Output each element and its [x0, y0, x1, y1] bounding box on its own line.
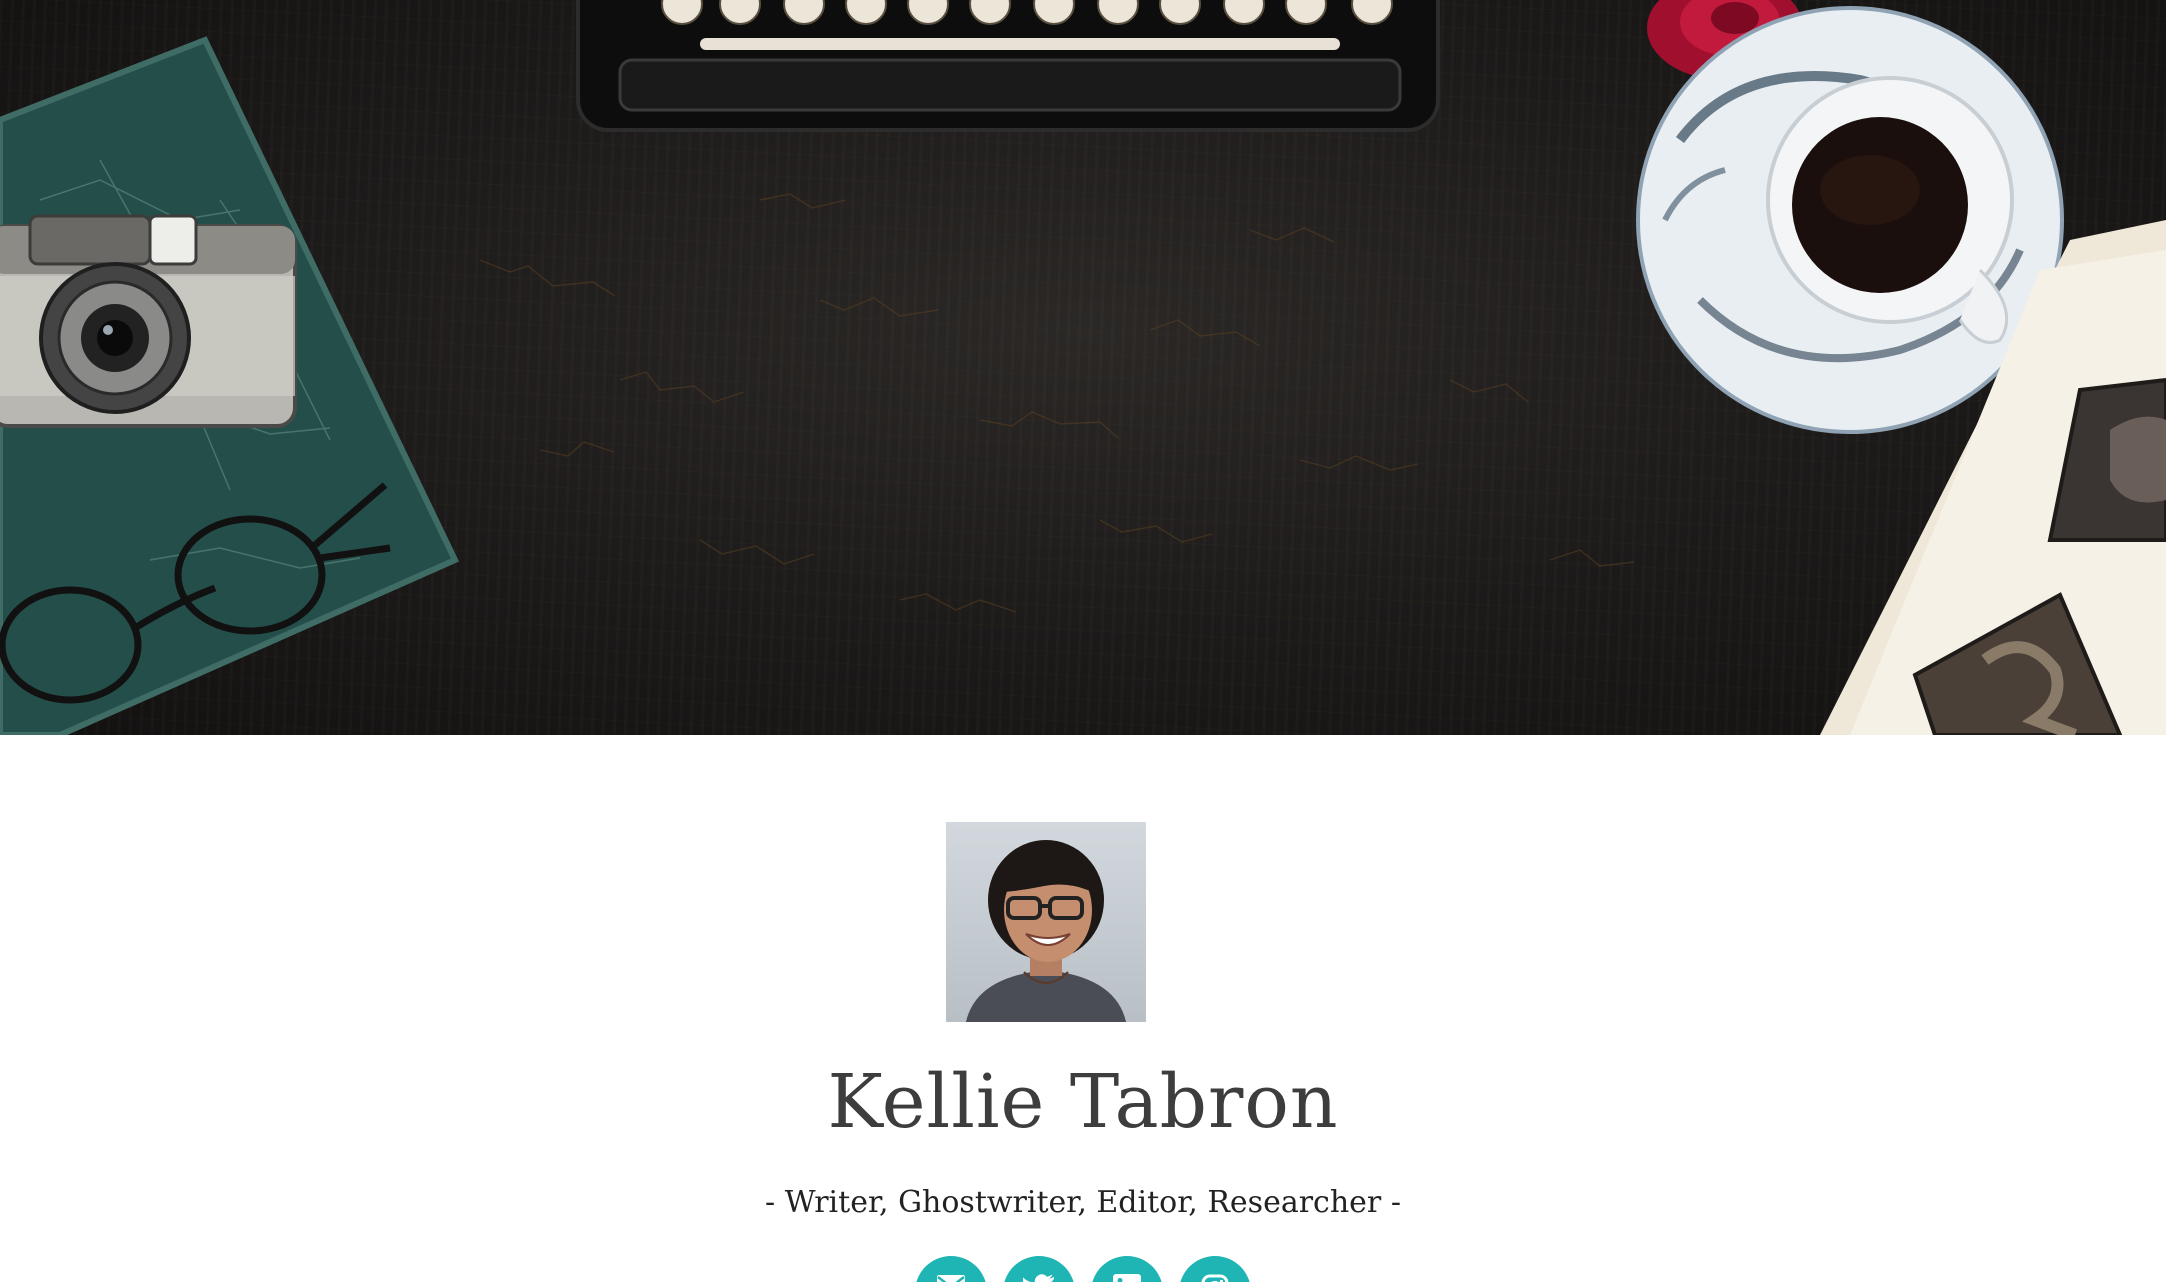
email-icon	[937, 1275, 965, 1282]
hero-banner	[0, 0, 2166, 735]
page: Kellie Tabron - Writer, Ghostwriter, Edi…	[0, 0, 2166, 1282]
email-button[interactable]	[915, 1256, 987, 1282]
coffee-cup-icon	[1636, 6, 2064, 434]
twitter-icon	[1023, 1274, 1054, 1282]
instagram-icon	[1201, 1274, 1229, 1282]
wood-cracks	[479, 193, 1635, 613]
linkedin-button[interactable]	[1091, 1256, 1163, 1282]
typewriter-icon	[576, 0, 1440, 132]
social-links	[0, 1256, 2166, 1282]
twitter-button[interactable]	[1003, 1256, 1075, 1282]
linkedin-icon	[1113, 1274, 1141, 1282]
profile-tagline: - Writer, Ghostwriter, Editor, Researche…	[765, 1185, 1401, 1220]
profile-name: Kellie Tabron	[827, 1059, 1339, 1145]
instagram-button[interactable]	[1179, 1256, 1251, 1282]
camera-icon	[0, 214, 297, 428]
hero-illustration	[0, 0, 2166, 735]
avatar	[946, 822, 1146, 1022]
profile-photo	[946, 822, 1146, 1022]
